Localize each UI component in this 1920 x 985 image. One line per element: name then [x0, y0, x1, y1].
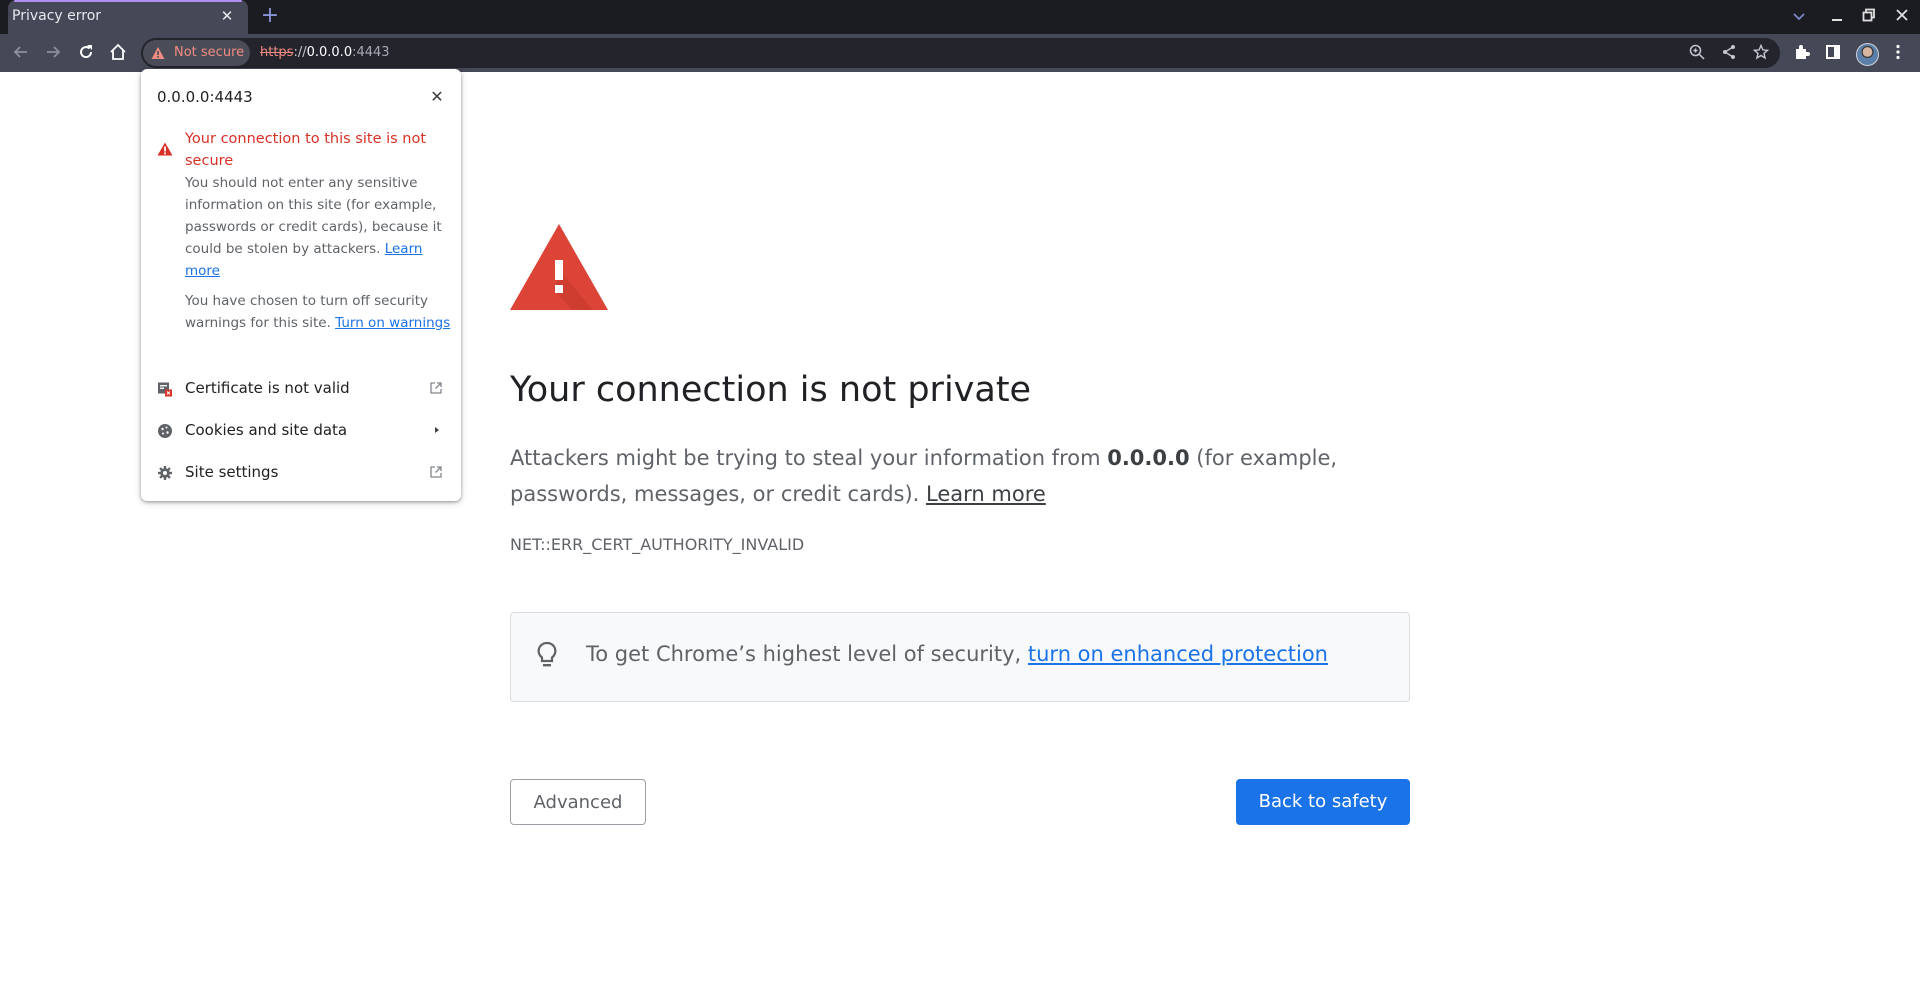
- page-title: Your connection is not private: [510, 370, 1032, 410]
- url-scheme: https: [260, 45, 294, 60]
- popup-warning-icon: [157, 141, 173, 156]
- extensions-icon[interactable]: [1792, 43, 1812, 63]
- menu-icon[interactable]: [1888, 43, 1908, 63]
- explanation-text-start: Attackers might be trying to steal your …: [510, 446, 1108, 470]
- external-link-icon: [428, 381, 444, 397]
- error-code[interactable]: NET::ERR_CERT_AUTHORITY_INVALID: [510, 535, 804, 554]
- back-to-safety-button[interactable]: Back to safety: [1236, 779, 1410, 825]
- popup-title: 0.0.0.0:4443: [157, 88, 253, 106]
- certificate-label: Certificate is not valid: [185, 379, 350, 397]
- turn-on-warnings-link[interactable]: Turn on warnings: [335, 315, 450, 331]
- profile-avatar[interactable]: [1856, 43, 1879, 66]
- title-bar: [0, 0, 1920, 34]
- explanation-paragraph: Attackers might be trying to steal your …: [510, 440, 1340, 512]
- new-tab-icon[interactable]: +: [259, 5, 281, 27]
- minimize-icon[interactable]: [1826, 7, 1848, 27]
- popup-warning-title: Your connection to this site is not secu…: [185, 131, 427, 169]
- gear-icon: [157, 465, 173, 481]
- url-host: 0.0.0.0: [306, 45, 353, 60]
- url-port: :4443: [352, 45, 390, 60]
- external-link-icon: [428, 465, 444, 481]
- forward-icon[interactable]: [43, 43, 63, 63]
- zoom-icon[interactable]: [1688, 44, 1706, 62]
- url-separator: ://: [293, 45, 307, 60]
- security-chip-label: Not secure: [174, 45, 245, 60]
- site-settings-label: Site settings: [185, 463, 279, 481]
- reload-icon[interactable]: [76, 43, 96, 63]
- close-window-icon[interactable]: [1891, 7, 1913, 27]
- popup-warnings-off-body: You have chosen to turn off security war…: [185, 290, 453, 334]
- home-icon[interactable]: [108, 43, 128, 63]
- back-icon[interactable]: [11, 43, 31, 63]
- bookmark-star-icon[interactable]: [1752, 43, 1770, 62]
- tab-close-icon[interactable]: ✕: [218, 7, 236, 25]
- tab-group-indicator: [14, 0, 242, 2]
- side-panel-icon[interactable]: [1823, 43, 1843, 63]
- enhanced-protection-text: To get Chrome’s highest level of securit…: [586, 642, 1328, 666]
- share-icon[interactable]: [1720, 44, 1738, 62]
- site-host: 0.0.0.0: [1107, 446, 1190, 470]
- cookie-icon: [157, 423, 173, 439]
- tab-search-chevron-icon[interactable]: [1788, 7, 1810, 27]
- advanced-button[interactable]: Advanced: [510, 779, 646, 825]
- url-text[interactable]: https://0.0.0.0:4443: [260, 45, 390, 60]
- submenu-arrow-icon: [428, 423, 444, 439]
- cookies-label: Cookies and site data: [185, 421, 348, 439]
- tab-title: Privacy error: [12, 8, 102, 24]
- restore-icon[interactable]: [1858, 7, 1880, 27]
- popup-warning-body: You should not enter any sensitive infor…: [185, 172, 453, 282]
- lightbulb-icon: [534, 640, 560, 670]
- learn-more-link[interactable]: Learn more: [926, 482, 1046, 506]
- warning-icon: [151, 45, 165, 59]
- warning-triangle-icon: [510, 224, 608, 310]
- enhanced-protection-link[interactable]: turn on enhanced protection: [1028, 642, 1328, 666]
- enhanced-protection-label: To get Chrome’s highest level of securit…: [586, 642, 1028, 666]
- popup-close-icon[interactable]: ✕: [428, 88, 446, 106]
- certificate-invalid-icon: [157, 381, 173, 397]
